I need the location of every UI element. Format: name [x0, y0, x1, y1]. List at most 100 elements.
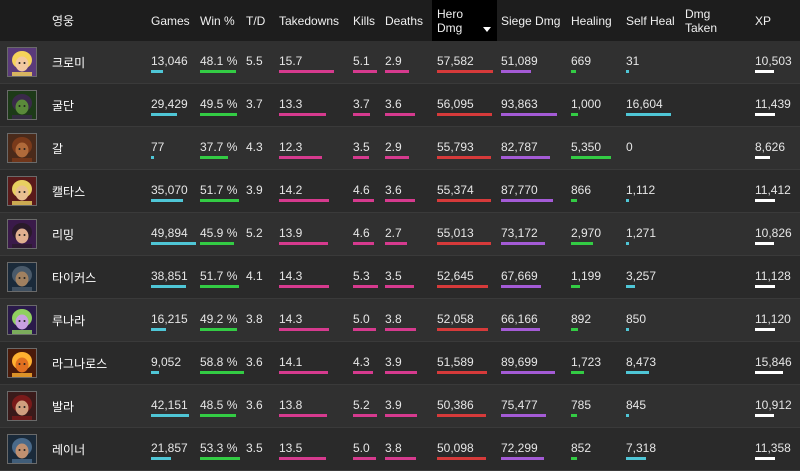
col-games[interactable]: Games	[151, 0, 190, 41]
cell-value: 3.8	[385, 312, 402, 326]
table-row[interactable]: 리밍 49,894 45.9 % 5.2 13.9 4.6 2.7 55,013 73,172 2…	[0, 213, 800, 256]
hero-portrait-lunara[interactable]	[7, 305, 37, 335]
cell-value: 0	[626, 140, 633, 154]
table-row[interactable]: 발라 42,151 48.5 % 3.6 13.8 5.2 3.9 50,386 75,477 7…	[0, 385, 800, 428]
value-bar	[626, 285, 635, 288]
col-xp[interactable]: XP	[755, 0, 771, 41]
cell-value: 3.7	[353, 97, 370, 111]
hero-name[interactable]: 루나라	[52, 312, 85, 329]
hero-portrait-tychus[interactable]	[7, 262, 37, 292]
cell-value: 56,095	[437, 97, 474, 111]
cell-value: 12.3	[279, 140, 303, 154]
value-bar	[200, 457, 240, 460]
table-row[interactable]: 갈 77 37.7 % 4.3 12.3 3.5 2.9 55,793 82,787 5,350 0…	[0, 127, 800, 170]
value-bar	[755, 156, 770, 159]
col-kills[interactable]: Kills	[353, 0, 375, 41]
hero-name[interactable]: 발라	[52, 398, 74, 415]
value-bar	[353, 328, 376, 331]
value-bar	[571, 414, 577, 417]
cell-value: 55,013	[437, 226, 474, 240]
value-bar	[571, 328, 578, 331]
cell-value: 55,793	[437, 140, 474, 154]
value-bar	[151, 414, 189, 417]
value-bar	[755, 285, 775, 288]
col-hero[interactable]: 영웅	[52, 0, 74, 41]
table-row[interactable]: 라그나로스 9,052 58.8 % 3.6 14.1 4.3 3.9 51,589 89,69…	[0, 342, 800, 385]
col-dmg-taken-label-line1: Dmg	[685, 6, 711, 21]
cell-value: 89,699	[501, 355, 538, 369]
cell-value: 3,257	[626, 269, 657, 283]
cell-value: 49.5 %	[200, 97, 238, 111]
col-win[interactable]: Win %	[200, 0, 235, 41]
cell-value: 3.9	[385, 398, 402, 412]
col-healing[interactable]: Healing	[571, 0, 612, 41]
cell-value: 2.7	[385, 226, 402, 240]
cell-value: 3.6	[246, 398, 263, 412]
hero-name[interactable]: 리밍	[52, 226, 74, 243]
hero-portrait-chromie[interactable]	[7, 47, 37, 77]
col-self-heal[interactable]: Self Heal	[626, 0, 675, 41]
hero-portrait-valla[interactable]	[7, 391, 37, 421]
hero-portrait-kaelthas[interactable]	[7, 176, 37, 206]
cell-value: 82,787	[501, 140, 538, 154]
col-td[interactable]: T/D	[246, 0, 265, 41]
hero-portrait-chogall[interactable]	[7, 133, 37, 163]
col-hero-dmg[interactable]: Hero Dmg	[432, 0, 497, 41]
table-row[interactable]: 크로미 13,046 48.1 % 5.5 15.7 5.1 2.9 57,582 51,089…	[0, 41, 800, 84]
cell-value: 9,052	[151, 355, 182, 369]
cell-value: 15.7	[279, 54, 303, 68]
cell-value: 3.6	[246, 355, 263, 369]
cell-value: 11,439	[755, 97, 791, 111]
cell-value: 11,412	[755, 183, 791, 197]
cell-value: 16,215	[151, 312, 188, 326]
cell-value: 4.1	[246, 269, 263, 283]
value-bar	[626, 414, 629, 417]
value-bar	[755, 113, 775, 116]
cell-value: 93,863	[501, 97, 538, 111]
col-td-label: T/D	[246, 13, 266, 28]
value-bar	[385, 70, 409, 73]
cell-value: 11,120	[755, 312, 791, 326]
cell-value: 3.6	[385, 97, 402, 111]
col-self-heal-label: Self Heal	[626, 13, 675, 28]
hero-portrait-liming[interactable]	[7, 219, 37, 249]
value-bar	[151, 70, 163, 73]
value-bar	[626, 328, 629, 331]
hero-name[interactable]: 라그나로스	[52, 355, 107, 372]
hero-portrait-raynor[interactable]	[7, 434, 37, 464]
hero-name[interactable]: 굴단	[52, 97, 74, 114]
table-row[interactable]: 레이너 21,857 53.3 % 3.5 13.5 5.0 3.8 50,098 72,299…	[0, 428, 800, 471]
value-bar	[755, 414, 774, 417]
table-row[interactable]: 루나라 16,215 49.2 % 3.8 14.3 5.0 3.8 52,058 66,166…	[0, 299, 800, 342]
col-siege-dmg[interactable]: Siege Dmg	[501, 0, 560, 41]
col-dmg-taken[interactable]: Dmg Taken	[685, 0, 717, 41]
hero-portrait-guldan[interactable]	[7, 90, 37, 120]
value-bar	[385, 242, 407, 245]
cell-value: 57,582	[437, 54, 474, 68]
value-bar	[755, 70, 774, 73]
cell-value: 48.1 %	[200, 54, 238, 68]
value-bar	[151, 199, 183, 202]
hero-name[interactable]: 갈	[52, 140, 63, 157]
value-bar	[626, 113, 671, 116]
col-hero-dmg-label: Hero Dmg	[437, 7, 463, 35]
col-deaths[interactable]: Deaths	[385, 0, 423, 41]
hero-name[interactable]: 캘타스	[52, 183, 85, 200]
hero-name[interactable]: 크로미	[52, 54, 85, 71]
cell-value: 852	[571, 441, 592, 455]
table-row[interactable]: 굴단 29,429 49.5 % 3.7 13.3 3.7 3.6 56,095 93,863 1…	[0, 84, 800, 127]
hero-portrait-ragnaros[interactable]	[7, 348, 37, 378]
hero-name[interactable]: 타이커스	[52, 269, 96, 286]
value-bar	[385, 113, 415, 116]
hero-name[interactable]: 레이너	[52, 441, 85, 458]
cell-value: 5.2	[353, 398, 370, 412]
table-row[interactable]: 타이커스 38,851 51.7 % 4.1 14.3 5.3 3.5 52,645 67,66…	[0, 256, 800, 299]
cell-value: 16,604	[626, 97, 663, 111]
value-bar	[353, 199, 374, 202]
value-bar	[279, 113, 326, 116]
value-bar	[571, 199, 577, 202]
value-bar	[571, 113, 578, 116]
value-bar	[279, 199, 329, 202]
col-takedowns[interactable]: Takedowns	[279, 0, 339, 41]
table-row[interactable]: 캘타스 35,070 51.7 % 3.9 14.2 4.6 3.6 55,374 87,770…	[0, 170, 800, 213]
